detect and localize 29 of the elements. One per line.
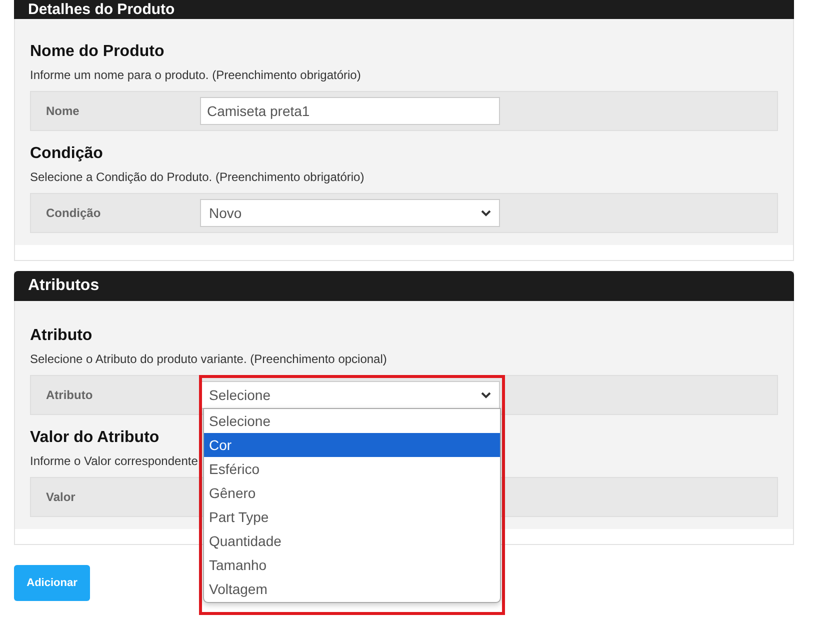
dropdown-option[interactable]: Part Type — [204, 505, 500, 529]
section-heading: Nome do Produto — [30, 43, 164, 61]
dropdown-option[interactable]: Gênero — [204, 481, 500, 505]
section-hint: Informe um nome para o produto. (Preenchimento obrigatório) — [30, 68, 361, 82]
field-label: Atributo — [45, 388, 94, 402]
section-hint: Selecione o Atributo do produto variante. (Preenchimento opcional) — [30, 352, 387, 366]
field-label: Condição — [45, 206, 102, 220]
section-heading: Condição — [30, 145, 103, 163]
section-heading: Valor do Atributo — [30, 429, 160, 447]
section-hint: Selecione a Condição do Produto. (Preenchimento obrigatório) — [30, 170, 364, 184]
chevron-down-icon — [481, 392, 491, 398]
select-value: Novo — [209, 205, 242, 221]
dropdown-option[interactable]: Quantidade — [204, 529, 500, 553]
dropdown-option[interactable]: Voltagem — [204, 577, 500, 601]
chevron-down-icon — [481, 210, 491, 216]
name-input[interactable]: Camiseta preta1 — [200, 97, 500, 125]
card-title: Detalhes do Produto — [28, 0, 175, 19]
dropdown-option[interactable]: Esférico — [204, 457, 500, 481]
select-field[interactable]: Selecione — [200, 381, 500, 409]
section-hint: Informe o Valor correspondente — [30, 454, 198, 468]
dropdown-option[interactable]: Selecione — [204, 409, 500, 433]
field-label: Nome — [45, 104, 80, 118]
field-label: Valor — [45, 490, 76, 504]
dropdown-option[interactable]: Cor — [204, 433, 500, 457]
section-heading: Atributo — [30, 327, 92, 345]
dropdown-option[interactable]: Tamanho — [204, 553, 500, 577]
card-title: Atributos — [28, 277, 100, 295]
select-field[interactable]: Novo — [200, 199, 500, 227]
select-value: Selecione — [209, 387, 270, 403]
